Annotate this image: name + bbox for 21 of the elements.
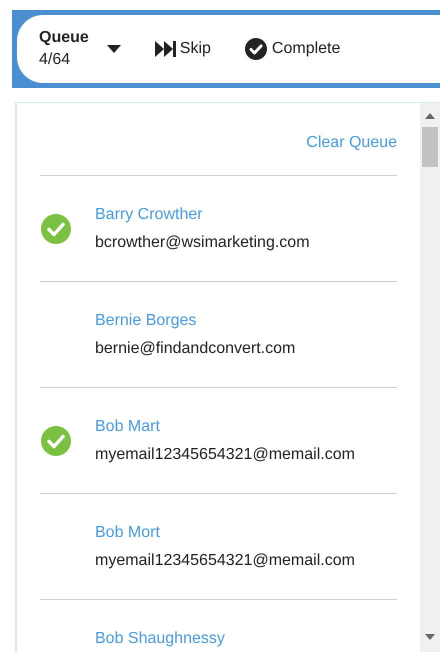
contact-name[interactable]: Bob Mart bbox=[95, 412, 355, 440]
scroll-up-icon[interactable] bbox=[425, 113, 435, 119]
contact-name[interactable]: Bob Shaughnessy bbox=[95, 624, 225, 652]
contact-name[interactable]: Barry Crowther bbox=[95, 200, 310, 228]
caret-icon bbox=[106, 45, 121, 53]
queue-label: Queue bbox=[39, 28, 89, 48]
contact-email: bcrowther@wsimarketing.com bbox=[95, 232, 310, 252]
queue-dropdown[interactable]: Queue 4/64 bbox=[39, 27, 121, 71]
complete-button[interactable]: Complete bbox=[244, 37, 340, 61]
scrollbar-thumb[interactable] bbox=[422, 127, 438, 167]
queue-count: 4/64 bbox=[39, 50, 70, 70]
contact-email: bernie@findandconvert.com bbox=[95, 338, 296, 358]
check-circle-icon bbox=[244, 38, 267, 60]
contact-email: myemail12345654321@memail.com bbox=[95, 444, 355, 464]
clear-queue-link[interactable]: Clear Queue bbox=[306, 131, 397, 155]
skip-icon bbox=[154, 41, 177, 57]
skip-button[interactable]: Skip bbox=[154, 37, 211, 61]
contact-name[interactable]: Bob Mort bbox=[95, 518, 355, 546]
scroll-down-icon[interactable] bbox=[425, 634, 435, 640]
contact-email: myemail12345654321@memail.com bbox=[95, 550, 355, 570]
contact-name[interactable]: Bernie Borges bbox=[95, 306, 296, 334]
